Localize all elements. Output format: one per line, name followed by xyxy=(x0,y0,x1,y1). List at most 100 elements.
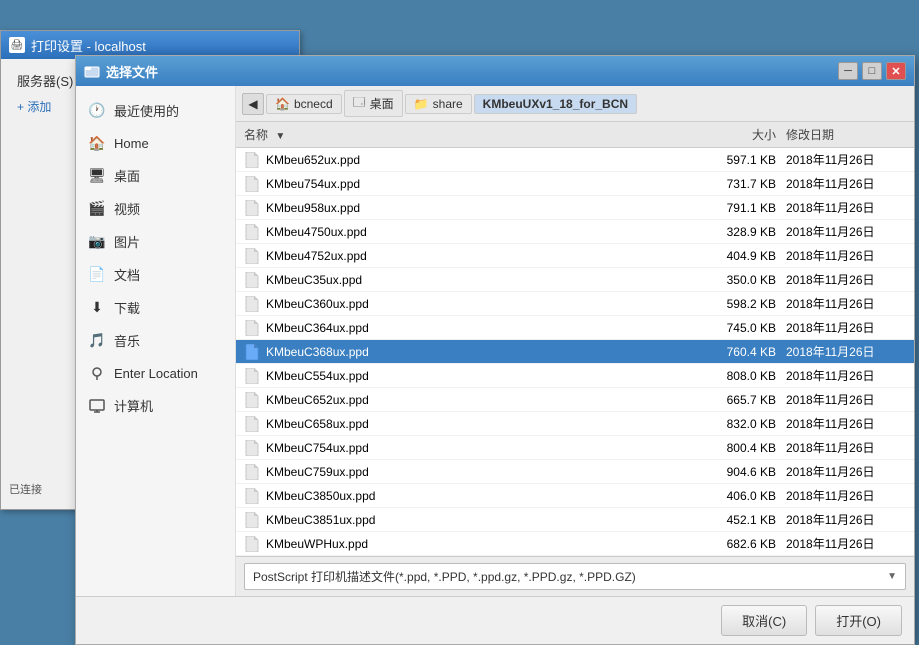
file-icon xyxy=(244,152,260,168)
table-row[interactable]: KMbeuC3851ux.ppd452.1 KB2018年11月26日 xyxy=(236,508,914,532)
breadcrumb-bar: ◀ 🏠 bcnecd 🗔 桌面 📁 share KMbeuUXv1_18_for… xyxy=(236,86,914,122)
file-icon xyxy=(244,176,260,192)
table-row[interactable]: KMbeu652ux.ppd597.1 KB2018年11月26日 xyxy=(236,148,914,172)
file-list: KMbeu423ux.ppd482.6 KB2018年11月26日 KMbeu5… xyxy=(236,148,914,556)
table-row[interactable]: KMbeu4750ux.ppd328.9 KB2018年11月26日 xyxy=(236,220,914,244)
file-date: 2018年11月26日 xyxy=(786,439,906,456)
file-icon xyxy=(244,320,260,336)
file-size: 904.6 KB xyxy=(696,465,786,479)
sidebar-item-videos[interactable]: 🎬 视频 xyxy=(76,192,235,225)
table-row[interactable]: KMbeu754ux.ppd731.7 KB2018年11月26日 xyxy=(236,172,914,196)
file-name: KMbeuC652ux.ppd xyxy=(266,393,696,407)
file-name: KMbeuC759ux.ppd xyxy=(266,465,696,479)
file-date: 2018年11月26日 xyxy=(786,295,906,312)
table-row[interactable]: KMbeu958ux.ppd791.1 KB2018年11月26日 xyxy=(236,196,914,220)
camera-icon: 📷 xyxy=(88,233,106,251)
sidebar-item-enter-location[interactable]: Enter Location xyxy=(76,357,235,389)
open-button[interactable]: 打开(O) xyxy=(815,605,902,636)
bg-title-icon: 🖨 xyxy=(9,37,25,53)
table-row[interactable]: KMbeuC652ux.ppd665.7 KB2018年11月26日 xyxy=(236,388,914,412)
document-icon: 📄 xyxy=(88,266,106,284)
minimize-button[interactable]: ─ xyxy=(838,62,858,80)
breadcrumb-item-active[interactable]: KMbeuUXv1_18_for_BCN xyxy=(474,94,637,114)
table-row[interactable]: KMbeuC35ux.ppd350.0 KB2018年11月26日 xyxy=(236,268,914,292)
sidebar-label-desktop: 桌面 xyxy=(114,166,140,185)
download-icon: ⬇ xyxy=(88,299,106,317)
file-date: 2018年11月26日 xyxy=(786,367,906,384)
file-name: KMbeuC368ux.ppd xyxy=(266,345,696,359)
file-icon xyxy=(244,248,260,264)
table-row[interactable]: KMbeuC364ux.ppd745.0 KB2018年11月26日 xyxy=(236,316,914,340)
header-date[interactable]: 修改日期 xyxy=(786,126,906,143)
breadcrumb-item-share[interactable]: 📁 share xyxy=(405,94,472,114)
sidebar-label-pictures: 图片 xyxy=(114,232,140,251)
file-size: 404.9 KB xyxy=(696,249,786,263)
breadcrumb-label-bcnecd: bcnecd xyxy=(294,97,333,111)
file-icon xyxy=(244,416,260,432)
breadcrumb-item-bcnecd[interactable]: 🏠 bcnecd xyxy=(266,94,342,114)
sidebar-label-music: 音乐 xyxy=(114,331,140,350)
file-name: KMbeuC35ux.ppd xyxy=(266,273,696,287)
dropdown-arrow-icon: ▼ xyxy=(887,571,897,582)
close-button[interactable]: ✕ xyxy=(886,62,906,80)
file-date: 2018年11月26日 xyxy=(786,151,906,168)
sidebar: 🕐 最近使用的 🏠 Home 🖥 桌面 🎬 视频 📷 图片 📄 文档 xyxy=(76,86,236,596)
filter-dropdown[interactable]: PostScript 打印机描述文件(*.ppd, *.PPD, *.ppd.g… xyxy=(244,563,906,590)
breadcrumb-item-desktop[interactable]: 🗔 桌面 xyxy=(344,90,403,117)
music-icon: 🎵 xyxy=(88,332,106,350)
sidebar-item-downloads[interactable]: ⬇ 下载 xyxy=(76,291,235,324)
breadcrumb-back-button[interactable]: ◀ xyxy=(242,93,264,115)
file-date: 2018年11月26日 xyxy=(786,247,906,264)
file-date: 2018年11月26日 xyxy=(786,319,906,336)
computer-icon xyxy=(88,397,106,415)
header-size[interactable]: 大小 xyxy=(696,126,786,143)
file-icon xyxy=(244,296,260,312)
table-row[interactable]: KMbeuC360ux.ppd598.2 KB2018年11月26日 xyxy=(236,292,914,316)
file-date: 2018年11月26日 xyxy=(786,511,906,528)
bg-title-text: 打印设置 - localhost xyxy=(31,36,146,55)
table-row[interactable]: KMbeuC554ux.ppd808.0 KB2018年11月26日 xyxy=(236,364,914,388)
table-row[interactable]: KMbeuC759ux.ppd904.6 KB2018年11月26日 xyxy=(236,460,914,484)
file-name: KMbeuC3850ux.ppd xyxy=(266,489,696,503)
dialog-title-icon xyxy=(84,63,100,79)
desktop-icon: 🖥 xyxy=(88,167,106,185)
file-size: 597.1 KB xyxy=(696,153,786,167)
maximize-button[interactable]: □ xyxy=(862,62,882,80)
dialog-actions: 取消(C) 打开(O) xyxy=(76,596,914,644)
sidebar-item-home[interactable]: 🏠 Home xyxy=(76,127,235,159)
desktop-breadcrumb-icon: 🗔 xyxy=(353,93,366,114)
sidebar-item-recent[interactable]: 🕐 最近使用的 xyxy=(76,94,235,127)
table-row[interactable]: KMbeuC658ux.ppd832.0 KB2018年11月26日 xyxy=(236,412,914,436)
sidebar-label-recent: 最近使用的 xyxy=(114,101,179,120)
table-row[interactable]: KMbeuC3850ux.ppd406.0 KB2018年11月26日 xyxy=(236,484,914,508)
table-row[interactable]: KMbeuC754ux.ppd800.4 KB2018年11月26日 xyxy=(236,436,914,460)
file-name: KMbeuWPHux.ppd xyxy=(266,537,696,551)
sidebar-item-computer[interactable]: 计算机 xyxy=(76,389,235,422)
sidebar-item-pictures[interactable]: 📷 图片 xyxy=(76,225,235,258)
table-row[interactable]: KMbeuC368ux.ppd760.4 KB2018年11月26日 xyxy=(236,340,914,364)
sidebar-item-music[interactable]: 🎵 音乐 xyxy=(76,324,235,357)
table-row[interactable]: KMbeuWPHux.ppd682.6 KB2018年11月26日 xyxy=(236,532,914,556)
dialog-content: 🕐 最近使用的 🏠 Home 🖥 桌面 🎬 视频 📷 图片 📄 文档 xyxy=(76,86,914,596)
file-date: 2018年11月26日 xyxy=(786,415,906,432)
file-name: KMbeuC554ux.ppd xyxy=(266,369,696,383)
clock-icon: 🕐 xyxy=(88,102,106,120)
sidebar-item-documents[interactable]: 📄 文档 xyxy=(76,258,235,291)
home-icon: 🏠 xyxy=(88,134,106,152)
filter-bar: PostScript 打印机描述文件(*.ppd, *.PPD, *.ppd.g… xyxy=(236,556,914,596)
sidebar-item-desktop[interactable]: 🖥 桌面 xyxy=(76,159,235,192)
file-icon xyxy=(244,368,260,384)
file-name: KMbeuC658ux.ppd xyxy=(266,417,696,431)
cancel-button[interactable]: 取消(C) xyxy=(721,605,807,636)
sort-arrow: ▼ xyxy=(275,131,285,142)
file-header: 名称 ▼ 大小 修改日期 xyxy=(236,122,914,148)
table-row[interactable]: KMbeu4752ux.ppd404.9 KB2018年11月26日 xyxy=(236,244,914,268)
file-name: KMbeu754ux.ppd xyxy=(266,177,696,191)
file-icon xyxy=(244,488,260,504)
file-size: 760.4 KB xyxy=(696,345,786,359)
file-size: 452.1 KB xyxy=(696,513,786,527)
file-size: 350.0 KB xyxy=(696,273,786,287)
file-chooser-dialog: 选择文件 ─ □ ✕ 🕐 最近使用的 🏠 Home 🖥 桌面 🎬 视频 xyxy=(75,55,915,645)
sidebar-label-documents: 文档 xyxy=(114,265,140,284)
header-name[interactable]: 名称 ▼ xyxy=(244,126,696,143)
